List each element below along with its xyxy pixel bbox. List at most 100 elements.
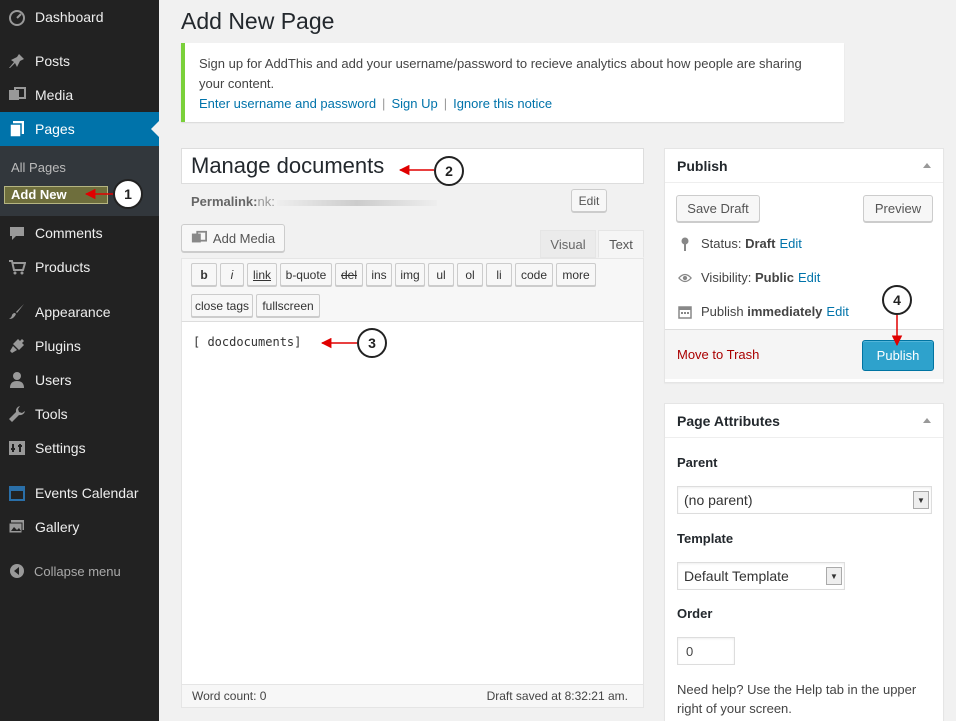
status-edit-link[interactable]: Edit — [779, 236, 801, 251]
quicktag-code-button[interactable]: code — [515, 263, 553, 286]
quicktag-i-button[interactable]: i — [220, 263, 244, 286]
order-input[interactable]: 0 — [677, 637, 735, 665]
submenu-add-new[interactable]: Add New — [4, 186, 108, 204]
menu-pages[interactable]: Pages — [0, 112, 159, 146]
annotation-marker-3: 3 — [357, 328, 387, 358]
menu-label: Dashboard — [35, 9, 104, 25]
permalink-label: Permalink: — [191, 194, 258, 209]
enter-credentials-link[interactable]: Enter username and password — [199, 96, 376, 111]
menu-dashboard[interactable]: Dashboard — [0, 0, 159, 34]
menu-label: Tools — [35, 406, 68, 422]
visibility-edit-link[interactable]: Edit — [798, 270, 820, 285]
tab-visual[interactable]: Visual — [540, 230, 596, 258]
menu-comments[interactable]: Comments — [0, 216, 159, 250]
tab-text[interactable]: Text — [598, 230, 644, 258]
sign-up-link[interactable]: Sign Up — [391, 96, 437, 111]
menu-label: Users — [35, 372, 72, 388]
quicktag-ins-button[interactable]: ins — [366, 263, 392, 286]
pages-icon — [8, 120, 26, 138]
publish-panel: Publish Save Draft Preview Status: Draft… — [664, 148, 944, 383]
preview-button[interactable]: Preview — [863, 195, 933, 222]
notice-text: Sign up for AddThis and add your usernam… — [199, 56, 802, 91]
save-draft-button[interactable]: Save Draft — [676, 195, 760, 222]
word-count: Word count: 0 — [192, 689, 267, 703]
quicktag-b-button[interactable]: b — [191, 263, 217, 286]
help-text: Need help? Use the Help tab in the upper… — [677, 682, 917, 716]
publish-panel-header[interactable]: Publish — [665, 149, 943, 183]
annotation-marker-4: 4 — [882, 285, 912, 315]
draft-saved-status: Draft saved at 8:32:21 am. — [486, 689, 628, 703]
notice-separator: | — [382, 96, 386, 111]
quicktag-close-tags-button[interactable]: close tags — [191, 294, 253, 317]
page-attributes-title: Page Attributes — [677, 412, 780, 429]
gallery-icon — [8, 518, 26, 536]
template-select-value: Default Template — [684, 568, 789, 584]
publish-button[interactable]: Publish — [862, 340, 934, 371]
submenu-all-pages[interactable]: All Pages — [11, 160, 66, 175]
menu-plugins[interactable]: Plugins — [0, 329, 159, 363]
status-value: Draft — [745, 236, 776, 251]
quicktag-ol-button[interactable]: ol — [457, 263, 483, 286]
quicktag-ul-button[interactable]: ul — [428, 263, 454, 286]
quicktag-link-button[interactable]: link — [247, 263, 277, 286]
menu-label: Settings — [35, 440, 86, 456]
publish-panel-title: Publish — [677, 157, 728, 174]
menu-label: Posts — [35, 53, 71, 69]
chevron-down-icon: ▼ — [913, 491, 929, 509]
media-icon — [191, 230, 207, 246]
menu-settings[interactable]: Settings — [0, 431, 159, 465]
menu-media[interactable]: Media — [0, 78, 159, 112]
plugin-icon — [8, 337, 26, 355]
calendar-icon — [8, 484, 26, 502]
quicktag-b-quote-button[interactable]: b-quote — [280, 263, 332, 286]
move-to-trash-link[interactable]: Move to Trash — [677, 347, 759, 362]
add-media-button[interactable]: Add Media — [181, 224, 285, 252]
menu-label: Gallery — [35, 519, 80, 535]
user-icon — [8, 371, 26, 389]
collapse-menu[interactable]: Collapse menu — [0, 556, 121, 586]
notice-separator: | — [443, 96, 448, 111]
menu-users[interactable]: Users — [0, 363, 159, 397]
admin-sidebar: Dashboard Posts Media Pages All Pages Ad… — [0, 0, 159, 721]
status-row: Status: Draft Edit — [678, 236, 802, 251]
editor-content-text[interactable]: [ docdocuments] — [193, 335, 301, 349]
page-attributes-header[interactable]: Page Attributes — [665, 404, 943, 438]
brush-icon — [8, 303, 26, 321]
ignore-notice-link[interactable]: Ignore this notice — [453, 96, 552, 111]
menu-events-calendar[interactable]: Events Calendar — [0, 476, 159, 510]
schedule-value: immediately — [747, 304, 823, 319]
quicktag-more-button[interactable]: more — [556, 263, 596, 286]
schedule-edit-link[interactable]: Edit — [826, 304, 848, 319]
page-attributes-panel: Page Attributes Parent (no parent) ▼ Tem… — [664, 403, 944, 721]
menu-tools[interactable]: Tools — [0, 397, 159, 431]
permalink-url-blurred — [276, 199, 437, 206]
dashboard-icon — [8, 8, 26, 26]
quicktag-fullscreen-button[interactable]: fullscreen — [256, 294, 320, 317]
parent-select[interactable]: (no parent) ▼ — [677, 486, 932, 514]
collapse-caret-icon[interactable] — [923, 418, 931, 423]
schedule-row: Publish immediately Edit — [678, 304, 849, 319]
annotation-marker-1: 1 — [113, 179, 143, 209]
parent-select-value: (no parent) — [684, 492, 753, 508]
quicktag-img-button[interactable]: img — [395, 263, 425, 286]
visibility-row: Visibility: Public Edit — [678, 270, 820, 285]
editor-content-area[interactable] — [181, 258, 644, 708]
quicktag-del-button[interactable]: del — [335, 263, 363, 286]
post-title-input[interactable]: Manage documents — [181, 148, 644, 184]
template-select[interactable]: Default Template ▼ — [677, 562, 845, 590]
chevron-down-icon: ▼ — [826, 567, 842, 585]
media-icon — [8, 86, 26, 104]
menu-label: Plugins — [35, 338, 81, 354]
quicktag-li-button[interactable]: li — [486, 263, 512, 286]
menu-label: Media — [35, 87, 74, 103]
menu-products[interactable]: Products — [0, 250, 159, 284]
menu-posts[interactable]: Posts — [0, 44, 159, 78]
parent-label: Parent — [677, 455, 718, 470]
menu-gallery[interactable]: Gallery — [0, 510, 159, 544]
order-label: Order — [677, 606, 713, 621]
annotation-marker-2: 2 — [434, 156, 464, 186]
permalink-edit-button[interactable]: Edit — [571, 189, 607, 212]
collapse-caret-icon[interactable] — [923, 163, 931, 168]
menu-appearance[interactable]: Appearance — [0, 295, 159, 329]
pin-icon — [678, 237, 692, 251]
